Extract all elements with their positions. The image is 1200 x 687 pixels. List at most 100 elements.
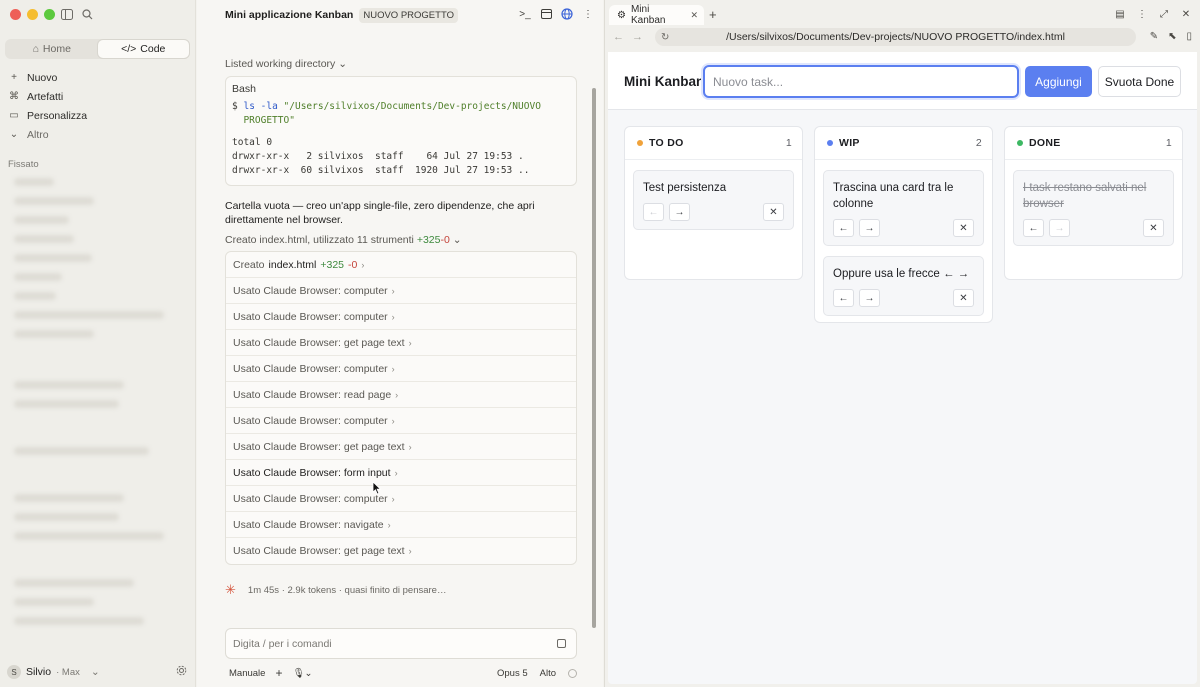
status-dot [637,140,643,146]
sidebar-item-artifacts[interactable]: ⌘ Artefatti [8,87,188,106]
stop-icon[interactable] [557,639,566,648]
user-menu[interactable]: S Silvio · Max ⌄ [7,665,187,679]
add-attachment-icon[interactable]: + [275,666,282,680]
tool-summary-toggle[interactable]: Creato index.html, utilizzato 11 strumen… [225,234,577,246]
preview-panel-icon[interactable] [540,8,552,20]
chevron-right-icon: › [395,389,399,400]
prompt-input[interactable]: Digita / per i comandi [225,628,577,659]
blurred-conversation-list [14,178,184,636]
delete-task-button[interactable]: ✕ [1143,219,1164,237]
tool-row[interactable]: Usato Claude Browser: computer › [226,356,576,382]
tool-call-list: Creato index.html +325 -0 › Usato Claude … [225,251,577,565]
chevron-right-icon: › [408,546,412,556]
chevron-down-icon: ⌄ [9,129,19,140]
home-code-switch: ⌂ Home </> Code [5,39,190,59]
task-card[interactable]: Trascina una card tra le colonne ← → ✕ [823,170,984,246]
tool-row[interactable]: Usato Claude Browser: computer › [226,408,576,434]
chevron-right-icon: › [391,415,395,426]
chevron-right-icon: › [391,363,395,374]
add-task-button[interactable]: Aggiungi [1025,66,1092,97]
delete-task-button[interactable]: ✕ [763,203,784,221]
microphone-icon[interactable]: 🎙︎⌄ [292,668,312,679]
tool-row[interactable]: Usato Claude Browser: computer › [226,304,576,330]
close-panel-icon[interactable]: ✕ [1180,8,1192,20]
terminal-icon[interactable]: >_ [519,8,531,20]
clear-done-button[interactable]: Svuota Done [1098,66,1181,97]
move-left-button[interactable]: ← [643,203,664,221]
browser-tab[interactable]: ⚙ Mini Kanban ✕ [609,4,704,26]
tool-row[interactable]: Usato Claude Browser: form input › [226,460,576,486]
select-element-icon[interactable]: ⬉ [1168,31,1176,42]
edit-icon[interactable]: ✎ [1150,31,1158,42]
tool-row-created-file[interactable]: Creato index.html +325 -0 › [226,252,576,278]
maximize-window-button[interactable] [44,9,55,20]
column-todo: TO DO 1 Test persistenza ← → ✕ [624,126,803,280]
chat-scrollbar[interactable] [592,88,596,628]
reload-icon[interactable]: ↻ [661,32,669,43]
column-header: TO DO 1 [625,127,802,160]
user-name: Silvio [26,666,52,678]
composer-toolbar: Manuale + 🎙︎⌄ Opus 5 Alto [229,666,577,680]
device-icon[interactable]: ▯ [1186,31,1192,42]
task-card[interactable]: Test persistenza ← → ✕ [633,170,794,230]
move-left-button[interactable]: ← [833,219,854,237]
more-options-icon[interactable]: ⋮ [582,8,594,20]
home-tab[interactable]: ⌂ Home [6,40,98,58]
close-tab-icon[interactable]: ✕ [690,10,698,21]
task-card[interactable]: I task restano salvati nel browser ← → ✕ [1013,170,1174,246]
forward-icon[interactable]: → [632,31,643,43]
tool-row[interactable]: Usato Claude Browser: get page text › [226,330,576,356]
code-icon: </> [121,43,137,55]
back-icon[interactable]: ← [613,31,624,43]
tool-row[interactable]: Usato Claude Browser: get page text › [226,538,576,564]
layout-icon[interactable]: ▤ [1114,8,1126,20]
browser-panel: ⚙ Mini Kanban ✕ + ▤ ⋮ ⤢ ✕ ← → ↻ /Users/s… [604,0,1200,687]
sidebar: ⌂ Home </> Code + Nuovo ⌘ Artefatti ▭ Persona… [0,0,196,687]
chevron-right-icon: › [408,337,412,348]
kanban-header: Mini Kanban Aggiungi Svuota Done [608,52,1197,110]
new-task-input[interactable] [703,65,1019,98]
minimize-window-button[interactable] [27,9,38,20]
move-left-button[interactable]: ← [833,289,854,307]
move-left-button[interactable]: ← [1023,219,1044,237]
tool-row[interactable]: Usato Claude Browser: navigate › [226,512,576,538]
pinned-header: Fissato [8,159,39,170]
delete-task-button[interactable]: ✕ [953,289,974,307]
globe-icon[interactable] [561,8,573,20]
project-badge[interactable]: NUOVO PROGETTO [359,7,458,23]
more-options-icon[interactable]: ⋮ [1136,8,1148,20]
status-dot [827,140,833,146]
model-selector[interactable]: Opus 5 [497,668,528,679]
move-right-button[interactable]: → [859,219,880,237]
sidebar-item-customize[interactable]: ▭ Personalizza [8,106,188,125]
customize-icon: ▭ [9,110,19,121]
effort-selector[interactable]: Alto [540,668,556,679]
mode-selector[interactable]: Manuale [229,668,265,679]
sidebar-item-new[interactable]: + Nuovo [8,68,188,87]
close-window-button[interactable] [10,9,21,20]
move-right-button[interactable]: → [859,289,880,307]
tool-row[interactable]: Usato Claude Browser: computer › [226,486,576,512]
chat-title[interactable]: Mini applicazione Kanban [225,9,353,21]
delete-task-button[interactable]: ✕ [953,219,974,237]
listed-directory-toggle[interactable]: Listed working directory ⌄ [225,58,577,70]
column-count: 1 [785,137,792,149]
address-bar[interactable]: ↻ /Users/silvixos/Documents/Dev-projects… [655,28,1136,46]
new-tab-icon[interactable]: + [709,7,717,22]
tool-row[interactable]: Usato Claude Browser: get page text › [226,434,576,460]
tool-row[interactable]: Usato Claude Browser: read page › [226,382,576,408]
tool-row[interactable]: Usato Claude Browser: computer › [226,278,576,304]
move-right-button[interactable]: → [669,203,690,221]
chevron-right-icon: › [361,259,365,270]
task-card[interactable]: Oppure usa le frecce ← → ← → ✕ [823,256,984,316]
search-icon[interactable] [80,7,94,21]
assistant-message: Cartella vuota — creo un'app single-file… [225,200,535,226]
sidebar-toggle-icon[interactable] [60,7,74,21]
expand-icon[interactable]: ⤢ [1158,8,1170,20]
code-tab[interactable]: </> Code [97,40,189,58]
status-line: ✳ 1m 45s · 2.9k tokens · quasi finito di… [225,582,447,597]
sidebar-item-more[interactable]: ⌄ Altro [8,125,188,144]
settings-icon[interactable] [176,665,187,679]
column-done: DONE 1 I task restano salvati nel browse… [1004,126,1183,280]
move-right-button[interactable]: → [1049,219,1070,237]
